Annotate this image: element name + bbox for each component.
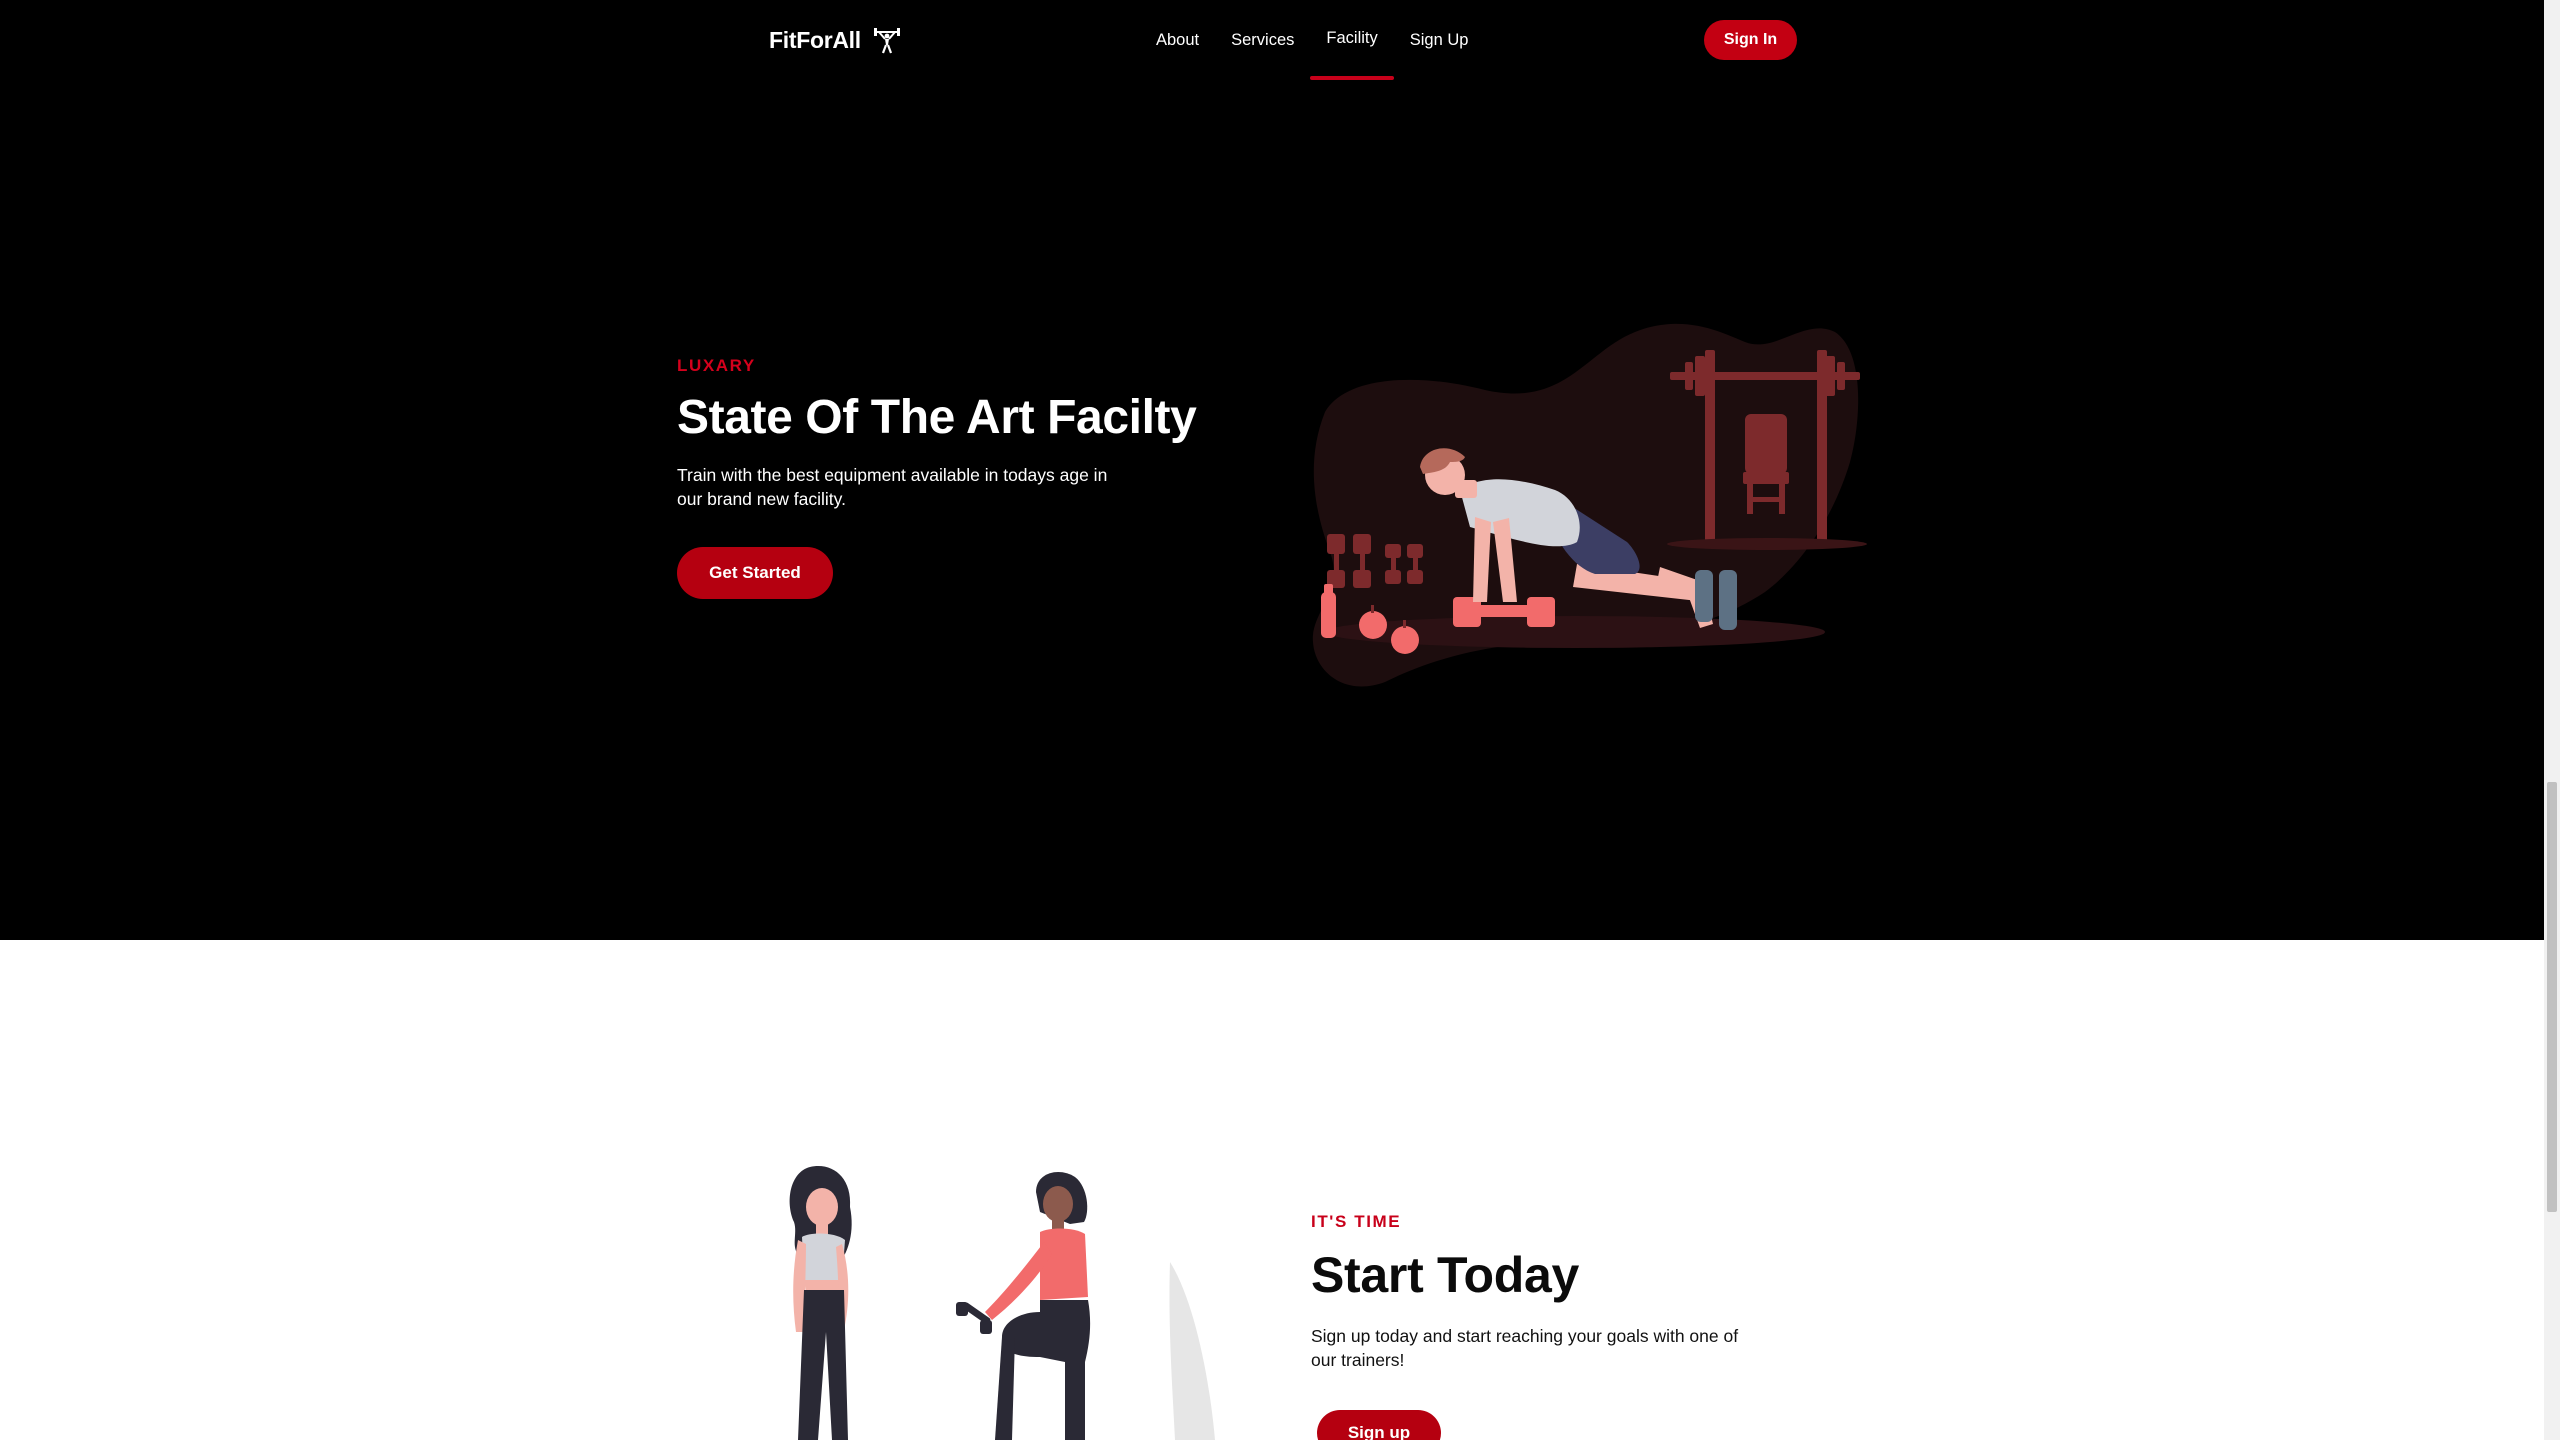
page: FitForAll About Services Facility Sign U… xyxy=(0,0,2544,1440)
dumbbell xyxy=(956,1302,992,1334)
top-navbar: FitForAll About Services Facility Sign U… xyxy=(0,0,2544,80)
brand-logo[interactable]: FitForAll xyxy=(769,26,901,54)
nav-links: About Services Facility Sign Up xyxy=(1140,0,1484,80)
sign-up-button[interactable]: Sign up xyxy=(1317,1410,1441,1440)
start-text: IT'S TIME Start Today Sign up today and … xyxy=(1311,1212,1811,1440)
sign-in-button[interactable]: Sign In xyxy=(1704,20,1797,60)
women-training-illustration xyxy=(789,1166,1215,1440)
hero-description: Train with the best equipment available … xyxy=(677,465,1108,509)
start-description: Sign up today and start reaching your go… xyxy=(1311,1326,1739,1370)
scrollbar-thumb[interactable] xyxy=(2547,782,2557,1212)
pushup-workout-illustration xyxy=(1312,323,1867,687)
nav-link-sign-up[interactable]: Sign Up xyxy=(1394,0,1485,80)
weightlifter-icon xyxy=(873,28,900,54)
get-started-button[interactable]: Get Started xyxy=(677,547,833,599)
nav-link-services[interactable]: Services xyxy=(1215,0,1310,80)
start-eyebrow: IT'S TIME xyxy=(1311,1212,1402,1231)
hero-text: LUXARY State Of The Art Facilty Train wi… xyxy=(677,356,1237,599)
start-today-section: IT'S TIME Start Today Sign up today and … xyxy=(0,940,2544,1440)
hero-eyebrow: LUXARY xyxy=(677,356,756,375)
hero-section: LUXARY State Of The Art Facilty Train wi… xyxy=(0,80,2544,940)
lunging-woman xyxy=(956,1172,1091,1440)
standing-woman xyxy=(789,1166,852,1440)
nav-link-facility[interactable]: Facility xyxy=(1310,0,1395,80)
nav-link-about[interactable]: About xyxy=(1140,0,1215,80)
brand-name: FitForAll xyxy=(769,26,861,53)
hero-title: State Of The Art Facilty xyxy=(677,391,1197,444)
start-title: Start Today xyxy=(1311,1247,1580,1303)
page-scrollbar[interactable] xyxy=(2544,0,2560,1440)
